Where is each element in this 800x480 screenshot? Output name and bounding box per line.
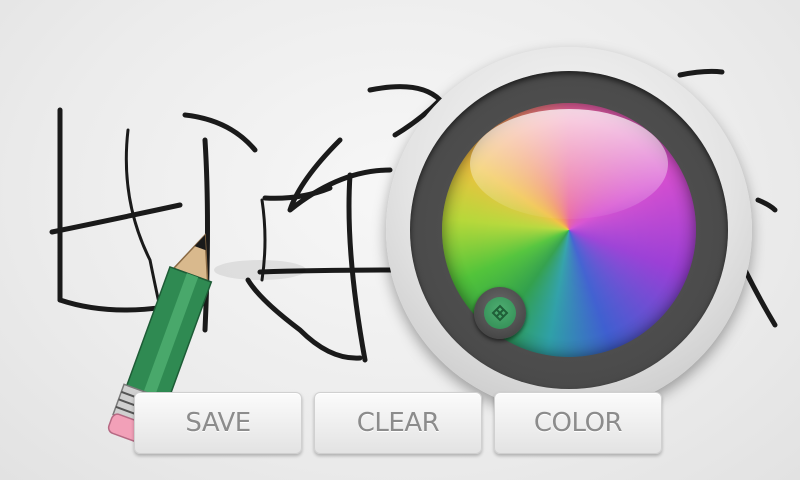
color-selector-knob[interactable] <box>474 287 526 339</box>
color-picker-dial[interactable] <box>386 47 752 413</box>
color-button[interactable]: COLOR <box>494 392 662 454</box>
save-button[interactable]: SAVE <box>134 392 302 454</box>
color-wheel-gloss <box>470 109 668 219</box>
button-row: SAVE CLEAR COLOR <box>134 392 664 456</box>
color-selector-knob-icon <box>484 297 516 329</box>
clear-button[interactable]: CLEAR <box>314 392 482 454</box>
